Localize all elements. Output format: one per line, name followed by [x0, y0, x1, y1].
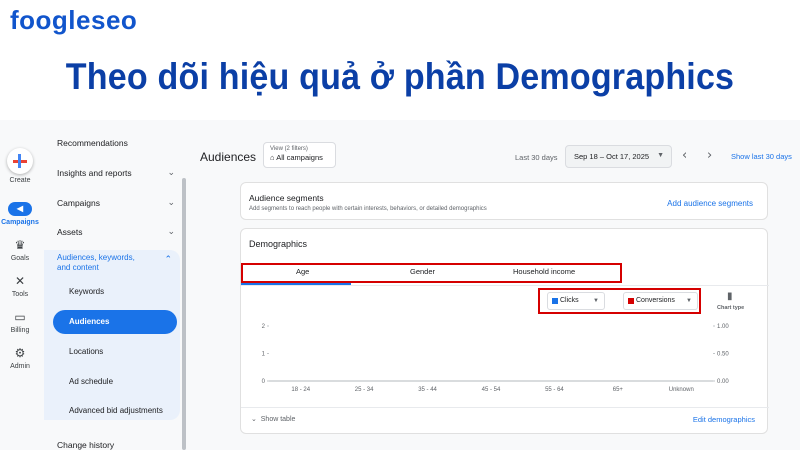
view-filter-chip[interactable]: View (2 filters) ⌂ All campaigns	[263, 142, 336, 168]
nav-keywords[interactable]: Keywords	[69, 287, 104, 296]
y-left-tick: 1	[262, 352, 266, 358]
nav-recommendations-label: Recommendations	[57, 138, 128, 148]
chevron-down-icon: ⌄	[167, 168, 175, 178]
segments-title: Audience segments	[249, 193, 324, 203]
chevron-down-icon: ⌄	[167, 198, 175, 208]
highlight-box-tabs	[241, 263, 622, 283]
nav-campaigns[interactable]: Campaigns ⌄	[57, 198, 175, 208]
rail-create-label: Create	[9, 177, 31, 184]
date-range-label: Last 30 days	[515, 153, 558, 162]
logo-seo: seo	[91, 5, 138, 35]
chevron-up-icon[interactable]: ⌃	[164, 255, 172, 265]
show-table-label: Show table	[260, 416, 296, 423]
edit-demographics-link[interactable]: Edit demographics	[693, 415, 755, 424]
trophy-icon: ♛	[14, 238, 26, 252]
nav-audiences-group-label[interactable]: Audiences, keywords, and content	[57, 253, 147, 273]
rail-create[interactable]: Create	[0, 148, 40, 184]
main-content: Audiences View (2 filters) ⌂ All campaig…	[190, 120, 800, 450]
tab-divider	[241, 285, 769, 286]
rail-billing[interactable]: ▭ Billing	[0, 310, 40, 334]
segments-description: Add segments to reach people with certai…	[249, 206, 487, 212]
bar-chart-icon[interactable]: ▮	[727, 291, 733, 302]
gear-icon: ⚙	[14, 346, 26, 360]
nav-insights[interactable]: Insights and reports ⌄	[57, 168, 175, 178]
nav-scrollbar[interactable]	[182, 178, 186, 450]
nav-assets[interactable]: Assets ⌄	[57, 227, 175, 237]
nav-recommendations[interactable]: Recommendations	[57, 138, 175, 148]
y-left-tick: 0	[262, 379, 266, 385]
nav-assets-label: Assets	[57, 227, 83, 237]
nav-change-history-label: Change history	[57, 440, 115, 450]
view-filter-value-text: All campaigns	[276, 153, 323, 162]
rail-tools[interactable]: ✕ Tools	[0, 274, 40, 298]
x-tick-label: 35 - 44	[418, 387, 437, 393]
demographics-card: Demographics Age Gender Household income…	[240, 228, 769, 434]
nav-group-audiences: Audiences, keywords, and content ⌃ Keywo…	[44, 250, 180, 420]
y-right-tick: 1.00	[717, 324, 729, 330]
nav-bid-adjustments[interactable]: Advanced bid adjustments	[69, 406, 163, 415]
x-tick-label: 55 - 64	[545, 387, 564, 393]
caret-down-icon: ▼	[657, 152, 664, 159]
brand-logo: foogleseo	[10, 5, 137, 36]
date-range-select[interactable]: Sep 18 – Oct 17, 2025 ▼	[565, 145, 672, 168]
view-filter-value: ⌂ All campaigns	[270, 153, 323, 162]
logo-main: foogle	[10, 5, 91, 35]
left-rail: Create ◀ Campaigns ♛ Goals ✕ Tools ▭ Bil…	[0, 120, 40, 450]
demographics-title: Demographics	[249, 239, 308, 249]
x-tick-label: 45 - 54	[482, 387, 501, 393]
headline: Theo dõi hiệu quả ở phần Demographics	[65, 56, 735, 97]
brand-box: foogleseo	[0, 0, 180, 44]
page-title: Audiences	[200, 150, 257, 164]
rail-billing-label: Billing	[10, 327, 30, 334]
x-tick-label: Unknown	[669, 387, 694, 393]
add-audience-segments-link[interactable]: Add audience segments	[667, 199, 753, 208]
y-right-tick: 0.00	[717, 379, 729, 385]
nav-insights-label: Insights and reports	[57, 168, 132, 178]
chevron-right-icon[interactable]: ›	[707, 148, 712, 163]
card-divider	[241, 407, 769, 408]
y-left-tick: 2	[262, 324, 266, 330]
ads-app: Create ◀ Campaigns ♛ Goals ✕ Tools ▭ Bil…	[0, 120, 800, 450]
y-right-tick: 0.50	[717, 352, 729, 358]
show-last-30-link[interactable]: Show last 30 days	[731, 152, 792, 161]
audience-segments-card: Audience segments Add segments to reach …	[240, 182, 768, 220]
rail-goals[interactable]: ♛ Goals	[0, 238, 40, 262]
demographics-chart: 0 1 2 0.00 0.50 1.00 18 - 24 25 - 34 35 - 44 45 -…	[262, 324, 730, 393]
date-range-value: Sep 18 – Oct 17, 2025	[574, 152, 650, 161]
chevron-left-icon[interactable]: ‹	[682, 148, 687, 163]
megaphone-icon: ◀	[8, 202, 32, 216]
nav-ad-schedule[interactable]: Ad schedule	[69, 377, 113, 386]
show-table-toggle[interactable]: ⌄ Show table	[251, 415, 295, 423]
nav-audiences[interactable]: Audiences	[53, 310, 177, 334]
rail-admin[interactable]: ⚙ Admin	[0, 346, 40, 370]
rail-campaigns-label: Campaigns	[1, 219, 39, 226]
rail-campaigns[interactable]: ◀ Campaigns	[0, 202, 40, 226]
view-filter-count: View (2 filters)	[270, 146, 308, 152]
chevron-down-icon: ⌄	[251, 416, 257, 423]
x-tick-label: 25 - 34	[355, 387, 374, 393]
rail-goals-label: Goals	[10, 255, 30, 262]
nav-locations[interactable]: Locations	[69, 347, 103, 356]
x-tick-label: 65+	[613, 387, 624, 393]
rail-tools-label: Tools	[11, 291, 29, 298]
rail-admin-label: Admin	[10, 363, 30, 370]
nav-panel: Recommendations Insights and reports ⌄ C…	[40, 120, 180, 450]
create-icon	[7, 148, 33, 174]
x-tick-label: 18 - 24	[291, 387, 310, 393]
nav-change-history[interactable]: Change history	[57, 440, 175, 450]
nav-campaigns-label: Campaigns	[57, 198, 100, 208]
chevron-down-icon: ⌄	[167, 227, 175, 237]
tools-icon: ✕	[14, 274, 26, 288]
card-icon: ▭	[14, 310, 26, 324]
